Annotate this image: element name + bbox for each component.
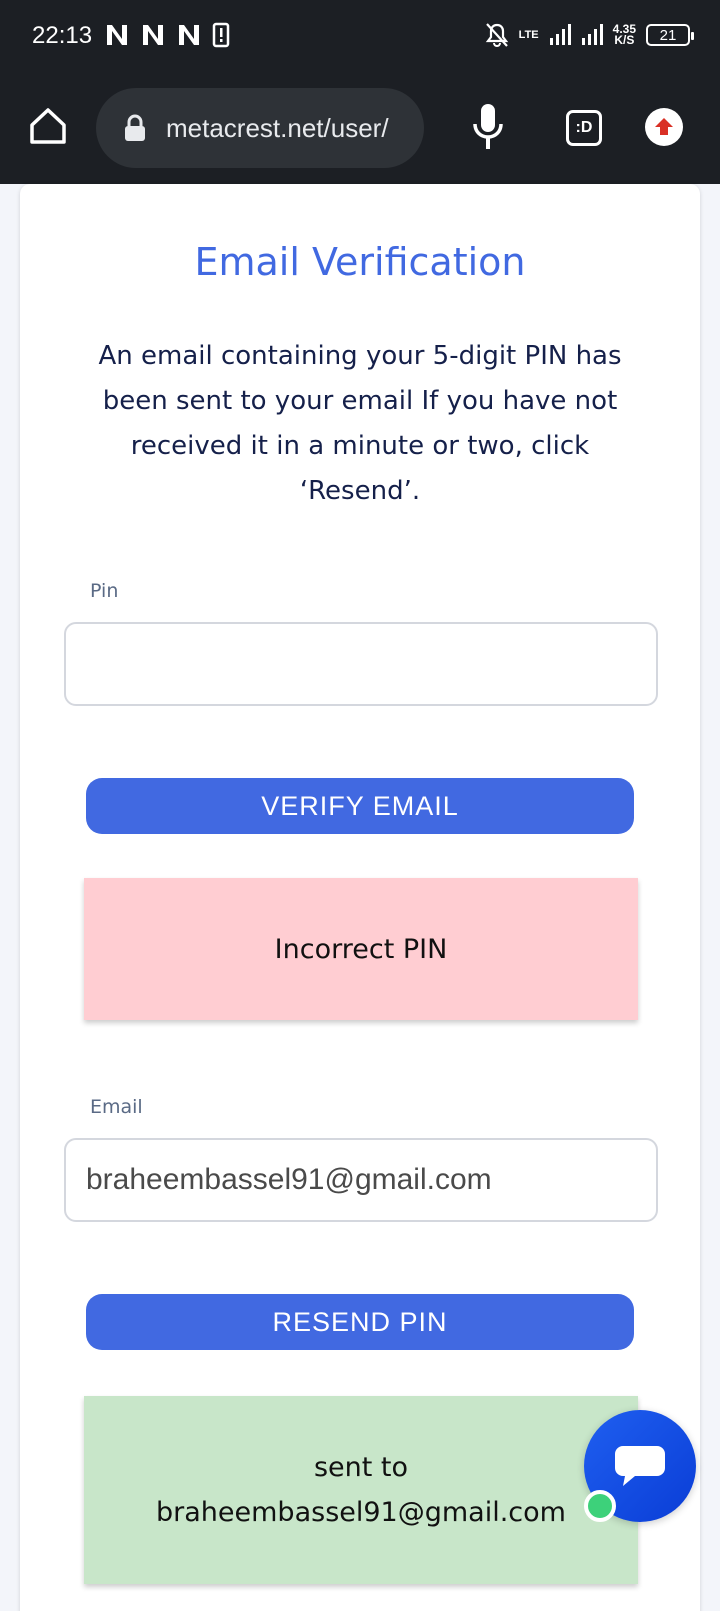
verify-email-button[interactable]: VERIFY EMAIL (86, 778, 634, 834)
battery-indicator: 21 (646, 24, 694, 46)
update-button[interactable] (645, 108, 683, 146)
signal-icon (549, 24, 571, 45)
url-text: metacrest.net/user/ (166, 112, 389, 143)
success-line-2: braheembassel91@gmail.com (156, 1497, 566, 1528)
bell-off-icon (485, 23, 508, 48)
success-alert: sent to braheembassel91@gmail.com (84, 1396, 638, 1584)
error-message: Incorrect PIN (274, 933, 448, 965)
online-status-dot (584, 1490, 616, 1522)
tab-switcher-button[interactable]: :D (566, 110, 602, 146)
sim-alert-icon (212, 22, 230, 48)
network-type: LTE (518, 29, 539, 41)
pin-label: Pin (90, 580, 119, 602)
verification-card: Email Verification An email containing y… (20, 184, 700, 1611)
instructions-text: An email containing your 5-digit PIN has… (98, 341, 622, 506)
error-alert: Incorrect PIN (84, 878, 638, 1020)
lock-icon (125, 114, 145, 141)
n-notification-icon (179, 25, 199, 45)
address-bar[interactable]: metacrest.net/user/ (96, 88, 424, 168)
n-notification-icon (107, 25, 127, 45)
mic-icon[interactable] (470, 102, 506, 152)
n-notification-icon (143, 25, 163, 45)
home-icon[interactable] (26, 104, 70, 148)
status-left-icons (104, 22, 230, 48)
update-icon (655, 118, 673, 135)
signal-icon (581, 24, 603, 45)
chat-bubble-icon (615, 1446, 665, 1486)
pin-input[interactable] (64, 622, 658, 706)
email-field[interactable] (64, 1138, 658, 1222)
email-label: Email (90, 1096, 143, 1118)
network-speed: 4.35 K/S (613, 23, 636, 47)
status-bar: 22:13 LTE 4.35 K/S 21 (0, 0, 720, 74)
status-right: LTE 4.35 K/S 21 (485, 22, 694, 48)
page-title: Email Verification (194, 240, 526, 284)
network-speed-unit: K/S (614, 33, 635, 47)
status-time: 22:13 (32, 22, 93, 49)
resend-pin-button[interactable]: RESEND PIN (86, 1294, 634, 1350)
browser-toolbar: metacrest.net/user/ :D (0, 74, 720, 184)
success-line-1: sent to (313, 1452, 409, 1483)
